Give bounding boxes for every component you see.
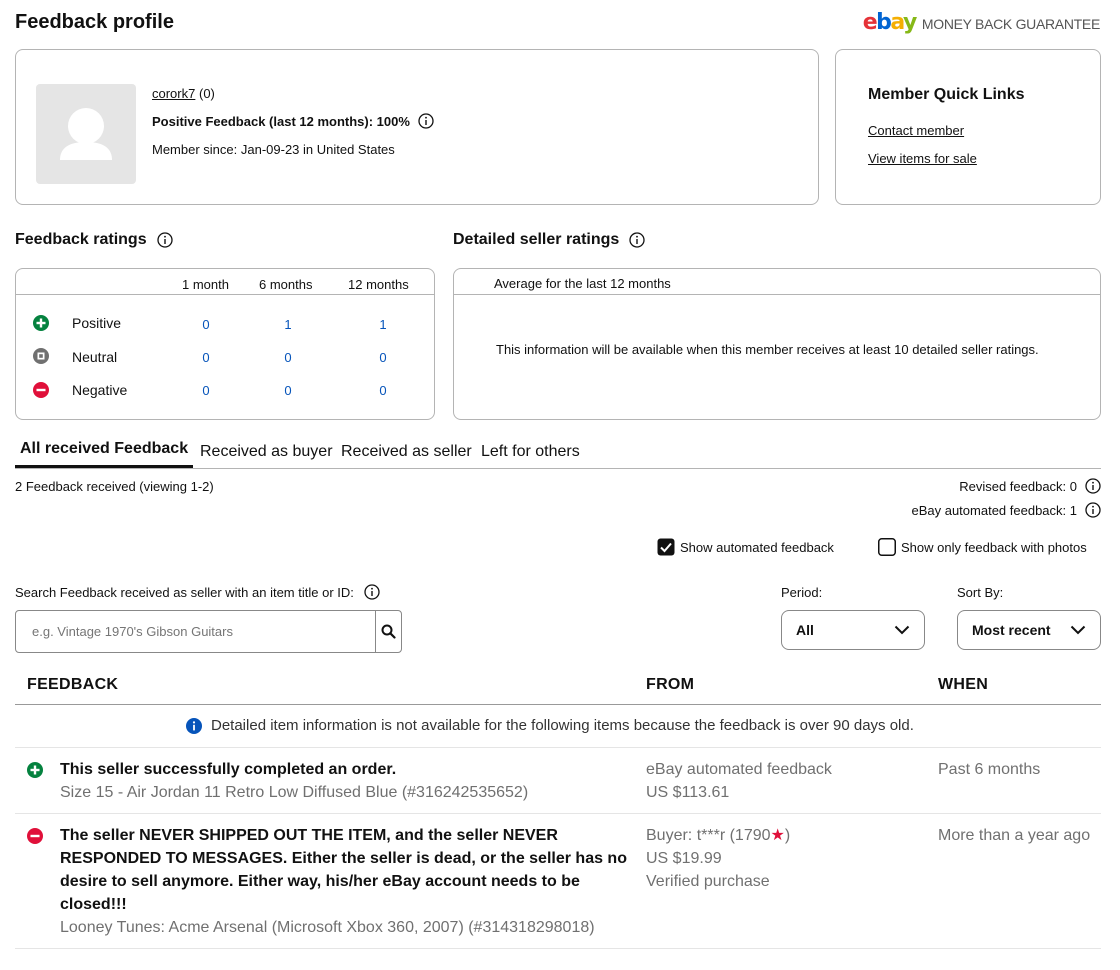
money-back-tagline: MONEY BACK GUARANTEE <box>921 16 1100 32</box>
feedback-comment: This seller successfully completed an or… <box>60 761 397 778</box>
avatar <box>36 84 136 184</box>
show-automated-checkbox[interactable]: Show automated feedback <box>657 538 834 556</box>
feedback-count: 2 Feedback received (viewing 1-2) <box>15 479 214 494</box>
header-when: WHEN <box>938 676 989 693</box>
automated-feedback-count: eBay automated feedback: 1 <box>911 502 1077 518</box>
negative-6-months[interactable]: 0 <box>273 383 303 398</box>
neutral-12-months[interactable]: 0 <box>368 350 398 365</box>
negative-icon <box>33 382 49 398</box>
feedback-from: Buyer: t***r (1790★) <box>646 827 791 844</box>
member-since: Member since: Jan-09-23 in United States <box>152 142 395 157</box>
quick-links-title: Member Quick Links <box>868 86 1025 103</box>
detailed-ratings-message: This information will be available when … <box>496 342 1039 357</box>
negative-12-months[interactable]: 0 <box>368 383 398 398</box>
positive-feedback-percent: Positive Feedback (last 12 months): 100% <box>152 113 410 129</box>
search-button[interactable] <box>376 611 401 652</box>
search-input[interactable] <box>16 611 376 652</box>
view-items-link[interactable]: View items for sale <box>868 151 977 166</box>
star-icon: ★ <box>770 827 785 844</box>
ebay-logo: ebay <box>862 10 918 35</box>
feedback-item: Size 15 - Air Jordan 11 Retro Low Diffus… <box>60 784 529 801</box>
tab-received-as-seller[interactable]: Received as seller <box>341 443 472 461</box>
username-link[interactable]: corork7 <box>152 86 195 101</box>
header-from: FROM <box>646 676 695 693</box>
negative-icon <box>27 828 43 844</box>
period-select[interactable]: All <box>781 610 925 650</box>
info-icon[interactable] <box>629 232 645 248</box>
header-feedback: FEEDBACK <box>27 676 119 693</box>
info-icon[interactable] <box>1085 478 1101 494</box>
show-photos-checkbox[interactable]: Show only feedback with photos <box>878 538 1087 556</box>
feedback-comment: The seller NEVER SHIPPED OUT THE ITEM, a… <box>60 827 627 913</box>
info-icon[interactable] <box>156 232 173 248</box>
period-label: Period: <box>781 585 823 600</box>
feedback-ratings-title: Feedback ratings <box>15 231 147 248</box>
neutral-6-months[interactable]: 0 <box>273 350 303 365</box>
positive-icon <box>33 315 49 331</box>
negative-1-month[interactable]: 0 <box>191 383 221 398</box>
feedback-score: (0) <box>198 86 215 101</box>
feedback-price: US $19.99 <box>646 850 722 867</box>
search-icon <box>381 624 396 639</box>
negative-label: Negative <box>72 382 128 398</box>
search-label: Search Feedback received as seller with … <box>15 584 354 600</box>
profile-card: corork7 (0) Positive Feedback (last 12 m… <box>15 49 819 205</box>
positive-icon <box>27 762 43 778</box>
neutral-icon <box>33 348 49 364</box>
feedback-when: Past 6 months <box>938 761 1041 778</box>
detailed-ratings-card: Average for the last 12 months This info… <box>453 268 1101 420</box>
tab-received-as-buyer[interactable]: Received as buyer <box>200 443 333 461</box>
col-1-month: 1 month <box>182 277 229 292</box>
positive-1-month[interactable]: 0 <box>191 317 221 332</box>
feedback-item: Looney Tunes: Acme Arsenal (Microsoft Xb… <box>60 919 595 936</box>
col-12-months: 12 months <box>348 277 409 292</box>
chevron-down-icon <box>1070 625 1086 635</box>
tab-all-received[interactable]: All received Feedback <box>15 440 194 468</box>
feedback-when: More than a year ago <box>938 827 1091 844</box>
detailed-ratings-title: Detailed seller ratings <box>453 231 620 248</box>
user-silhouette-icon <box>60 108 112 160</box>
positive-6-months[interactable]: 1 <box>273 317 303 332</box>
checkbox-unchecked-icon <box>878 538 896 556</box>
contact-member-link[interactable]: Contact member <box>868 123 964 138</box>
quick-links-card: Member Quick Links Contact member View i… <box>835 49 1101 205</box>
search-box <box>15 610 402 653</box>
col-6-months: 6 months <box>259 277 313 292</box>
info-icon[interactable] <box>364 584 380 600</box>
tab-left-for-others[interactable]: Left for others <box>481 443 580 461</box>
old-feedback-notice: Detailed item information is not availab… <box>211 717 914 734</box>
sort-select[interactable]: Most recent <box>957 610 1101 650</box>
neutral-1-month[interactable]: 0 <box>191 350 221 365</box>
positive-label: Positive <box>72 315 122 331</box>
feedback-price: US $113.61 <box>646 784 730 801</box>
money-back-guarantee[interactable]: ebay MONEY BACK GUARANTEE <box>862 10 1101 35</box>
neutral-label: Neutral <box>72 349 118 365</box>
info-filled-icon <box>186 717 202 734</box>
info-icon[interactable] <box>1085 502 1101 518</box>
feedback-from: eBay automated feedback <box>646 761 832 778</box>
revised-feedback: Revised feedback: 0 <box>959 478 1077 494</box>
sort-label: Sort By: <box>957 585 1004 600</box>
verified-purchase: Verified purchase <box>646 873 770 890</box>
checkbox-checked-icon <box>657 538 675 556</box>
chevron-down-icon <box>894 625 910 635</box>
detailed-ratings-subheader: Average for the last 12 months <box>494 276 671 291</box>
info-icon[interactable] <box>418 113 434 129</box>
page-title: Feedback profile <box>15 11 174 33</box>
feedback-ratings-table: 1 month 6 months 12 months Positive 0 1 … <box>15 268 435 420</box>
positive-12-months[interactable]: 1 <box>368 317 398 332</box>
